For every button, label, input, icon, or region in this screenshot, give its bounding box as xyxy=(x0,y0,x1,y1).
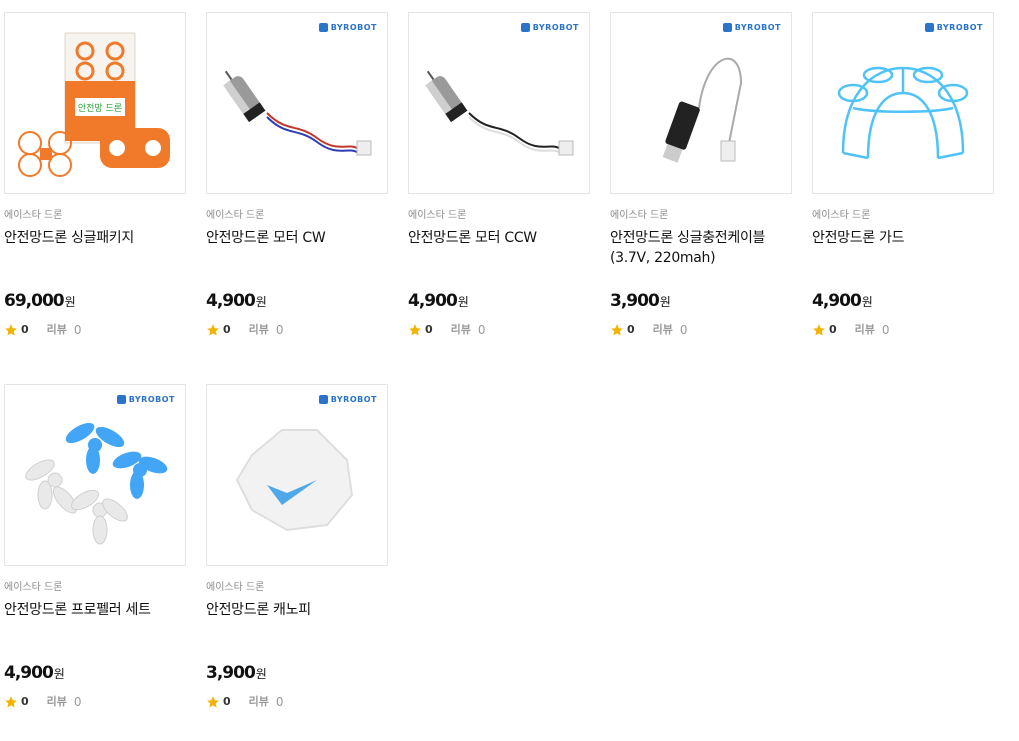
review-label: 리뷰 xyxy=(450,323,471,336)
product-card[interactable]: BYROBOT 에이스타 드론 안전망드론 가드 4,900원 0 리뷰 0 xyxy=(812,12,994,337)
product-name[interactable]: 안전망드론 모터 CW xyxy=(206,228,388,276)
star-icon xyxy=(207,324,219,336)
byrobot-logo: BYROBOT xyxy=(722,23,781,32)
product-meta: 0 리뷰 0 xyxy=(4,695,186,709)
review-label: 리뷰 xyxy=(46,695,67,708)
product-brand: 에이스타 드론 xyxy=(4,582,63,593)
product-brand: 에이스타 드론 xyxy=(408,210,467,221)
product-brand: 에이스타 드론 xyxy=(206,210,265,221)
review-label: 리뷰 xyxy=(46,323,67,336)
price-currency: 원 xyxy=(861,295,873,309)
product-name[interactable]: 안전망드론 가드 xyxy=(812,228,994,276)
price-amount: 4,900 xyxy=(408,291,458,311)
review-label: 리뷰 xyxy=(652,323,673,336)
product-name[interactable]: 안전망드론 싱글패키지 xyxy=(4,228,186,276)
logo-text: BYROBOT xyxy=(128,395,175,404)
price-currency: 원 xyxy=(255,295,267,309)
star-icon xyxy=(409,324,421,336)
product-price: 4,900원 xyxy=(408,290,590,313)
logo-text: BYROBOT xyxy=(532,23,579,32)
product-image-canopy[interactable]: BYROBOT xyxy=(206,384,388,566)
rating-value: 0 xyxy=(627,323,635,336)
price-currency: 원 xyxy=(659,295,671,309)
price-currency: 원 xyxy=(64,295,76,309)
review-count: 0 xyxy=(275,695,284,709)
product-card[interactable]: BYROBOT 에이스타 드론 안전망드론 싱글충전케이블 (3.7V, 220… xyxy=(610,12,792,337)
price-amount: 3,900 xyxy=(610,291,660,311)
product-meta: 0 리뷰 0 xyxy=(206,323,388,337)
star-icon xyxy=(207,696,219,708)
price-amount: 4,900 xyxy=(206,291,256,311)
product-brand: 에이스타 드론 xyxy=(610,210,669,221)
rating-value: 0 xyxy=(223,695,231,708)
product-image-charging-cable[interactable]: BYROBOT xyxy=(610,12,792,194)
price-amount: 3,900 xyxy=(206,663,256,683)
product-meta: 0 리뷰 0 xyxy=(812,323,994,337)
review-count: 0 xyxy=(679,323,688,337)
product-brand: 에이스타 드론 xyxy=(812,210,871,221)
rating-value: 0 xyxy=(829,323,837,336)
price-currency: 원 xyxy=(53,667,65,681)
product-meta: 0 리뷰 0 xyxy=(610,323,792,337)
byrobot-logo: BYROBOT xyxy=(318,23,377,32)
review-count: 0 xyxy=(73,323,82,337)
product-brand: 에이스타 드론 xyxy=(206,582,265,593)
logo-text: BYROBOT xyxy=(936,23,983,32)
product-meta: 0 리뷰 0 xyxy=(408,323,590,337)
product-price: 4,900원 xyxy=(4,662,186,685)
product-price: 3,900원 xyxy=(206,662,388,685)
logo-text: BYROBOT xyxy=(330,23,377,32)
review-count: 0 xyxy=(881,323,890,337)
product-card[interactable]: BYROBOT 에이스타 드론 안전망드론 캐노피 3,900원 0 리뷰 0 xyxy=(206,384,388,709)
review-label: 리뷰 xyxy=(248,323,269,336)
product-price: 69,000원 xyxy=(4,290,186,313)
product-image-motor-cw[interactable]: BYROBOT xyxy=(206,12,388,194)
rating-value: 0 xyxy=(223,323,231,336)
star-icon xyxy=(5,696,17,708)
logo-text: BYROBOT xyxy=(330,395,377,404)
package-box-label: 안전망 드론 xyxy=(78,103,122,114)
price-amount: 4,900 xyxy=(812,291,862,311)
product-card[interactable]: BYROBOT 에이스타 드론 안전망드론 모터 CCW 4,900원 0 리뷰… xyxy=(408,12,590,337)
price-amount: 4,900 xyxy=(4,663,54,683)
price-currency: 원 xyxy=(255,667,267,681)
product-name[interactable]: 안전망드론 프로펠러 세트 xyxy=(4,600,186,648)
rating-value: 0 xyxy=(21,323,29,336)
product-card[interactable]: 안전망 드론 에이스타 드론 안전망드론 싱글패키지 69,000원 0 리뷰 … xyxy=(4,12,186,337)
logo-text: BYROBOT xyxy=(734,23,781,32)
review-label: 리뷰 xyxy=(248,695,269,708)
byrobot-logo: BYROBOT xyxy=(116,395,175,404)
product-image-propeller-set[interactable]: BYROBOT xyxy=(4,384,186,566)
product-meta: 0 리뷰 0 xyxy=(4,323,186,337)
product-name[interactable]: 안전망드론 캐노피 xyxy=(206,600,388,648)
product-card[interactable]: BYROBOT 에이스타 드론 안전망드론 프로펠러 세트 4,900원 0 리… xyxy=(4,384,186,709)
product-price: 4,900원 xyxy=(206,290,388,313)
product-card[interactable]: BYROBOT 에이스타 드론 안전망드론 모터 CW 4,900원 0 리뷰 … xyxy=(206,12,388,337)
star-icon xyxy=(611,324,623,336)
product-name[interactable]: 안전망드론 모터 CCW xyxy=(408,228,590,276)
product-image-motor-ccw[interactable]: BYROBOT xyxy=(408,12,590,194)
product-price: 3,900원 xyxy=(610,290,792,313)
review-count: 0 xyxy=(477,323,486,337)
rating-value: 0 xyxy=(21,695,29,708)
review-count: 0 xyxy=(275,323,284,337)
price-amount: 69,000 xyxy=(4,291,65,311)
product-grid: 안전망 드론 에이스타 드론 안전망드론 싱글패키지 69,000원 0 리뷰 … xyxy=(0,0,1019,741)
review-count: 0 xyxy=(73,695,82,709)
product-brand: 에이스타 드론 xyxy=(4,210,63,221)
star-icon xyxy=(813,324,825,336)
product-image-guard[interactable]: BYROBOT xyxy=(812,12,994,194)
byrobot-logo: BYROBOT xyxy=(318,395,377,404)
price-currency: 원 xyxy=(457,295,469,309)
product-price: 4,900원 xyxy=(812,290,994,313)
star-icon xyxy=(5,324,17,336)
product-name[interactable]: 안전망드론 싱글충전케이블 (3.7V, 220mah) xyxy=(610,228,792,276)
rating-value: 0 xyxy=(425,323,433,336)
product-meta: 0 리뷰 0 xyxy=(206,695,388,709)
byrobot-logo: BYROBOT xyxy=(924,23,983,32)
product-image-package[interactable]: 안전망 드론 xyxy=(4,12,186,194)
byrobot-logo: BYROBOT xyxy=(520,23,579,32)
review-label: 리뷰 xyxy=(854,323,875,336)
